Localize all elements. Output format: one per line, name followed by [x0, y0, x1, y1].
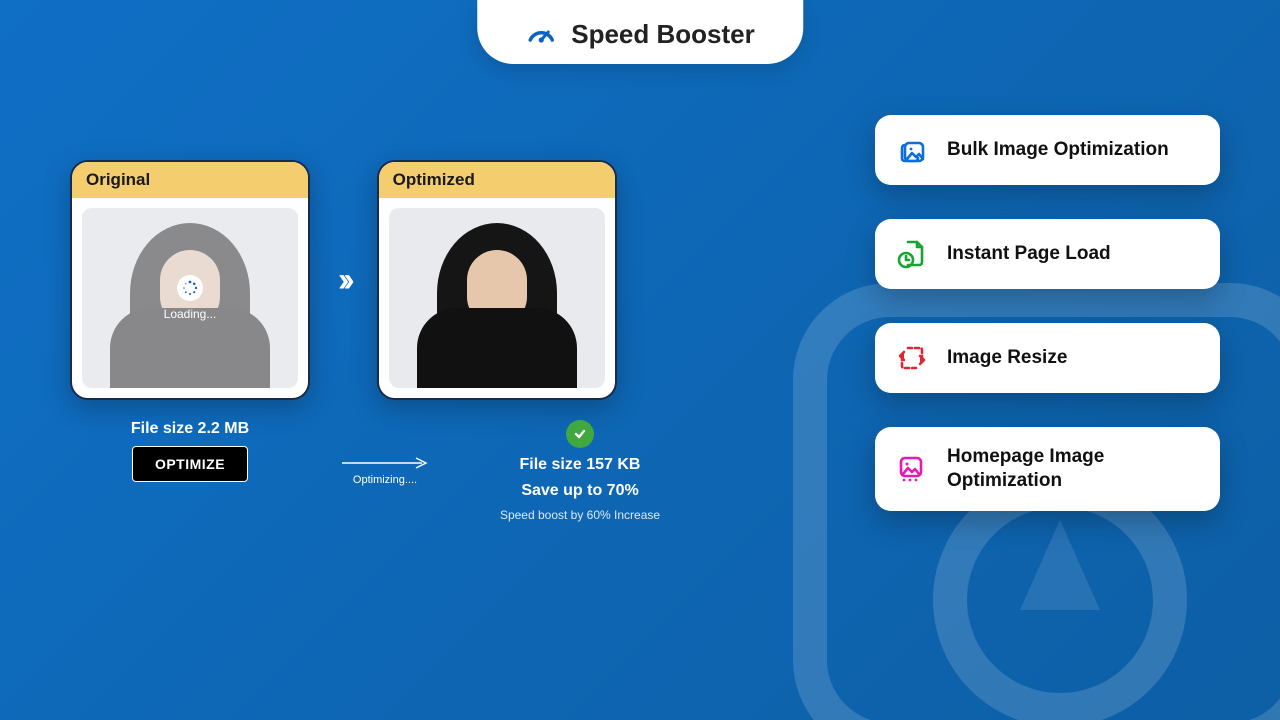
feature-label: Image Resize — [947, 346, 1067, 370]
optimized-card: Optimized — [377, 160, 617, 400]
save-percent: Save up to 70% — [521, 482, 638, 500]
original-image: Loading... — [82, 208, 298, 388]
feature-label: Instant Page Load — [947, 242, 1111, 266]
spinner-icon — [177, 275, 203, 301]
app-title: Speed Booster — [571, 19, 755, 50]
chevron-right-icon: ›› — [338, 261, 349, 300]
feature-bulk-optimization[interactable]: Bulk Image Optimization — [875, 115, 1220, 185]
status-label: Optimizing.... — [353, 474, 417, 486]
original-info: File size 2.2 MB OPTIMIZE — [70, 420, 310, 522]
feature-resize[interactable]: Image Resize — [875, 323, 1220, 393]
feature-label: Bulk Image Optimization — [947, 138, 1169, 162]
optimized-info: File size 157 KB Save up to 70% Speed bo… — [460, 420, 700, 522]
check-icon — [566, 420, 594, 448]
original-size: File size 2.2 MB — [131, 420, 249, 438]
feature-label: Homepage Image Optimization — [947, 445, 1200, 493]
original-card: Original — [70, 160, 310, 400]
optimized-card-label: Optimized — [379, 162, 615, 198]
file-clock-icon — [895, 237, 929, 271]
feature-homepage-optimization[interactable]: Homepage Image Optimization — [875, 427, 1220, 511]
original-card-label: Original — [72, 162, 308, 198]
speed-boost: Speed boost by 60% Increase — [500, 508, 660, 522]
app-badge: Speed Booster — [477, 0, 803, 64]
images-icon — [895, 133, 929, 167]
optimizing-status: Optimizing.... — [340, 420, 430, 522]
loading-text: Loading... — [164, 307, 217, 321]
image-sparkle-icon — [895, 452, 929, 486]
gauge-icon — [525, 18, 557, 50]
loading-overlay: Loading... — [82, 208, 298, 388]
feature-instant-load[interactable]: Instant Page Load — [875, 219, 1220, 289]
optimized-image — [389, 208, 605, 388]
optimize-button[interactable]: OPTIMIZE — [132, 446, 248, 482]
feature-list: Bulk Image Optimization Instant Page Loa… — [875, 115, 1220, 511]
optimized-size: File size 157 KB — [520, 456, 641, 474]
resize-icon — [895, 341, 929, 375]
arrow-right-icon — [340, 456, 430, 470]
